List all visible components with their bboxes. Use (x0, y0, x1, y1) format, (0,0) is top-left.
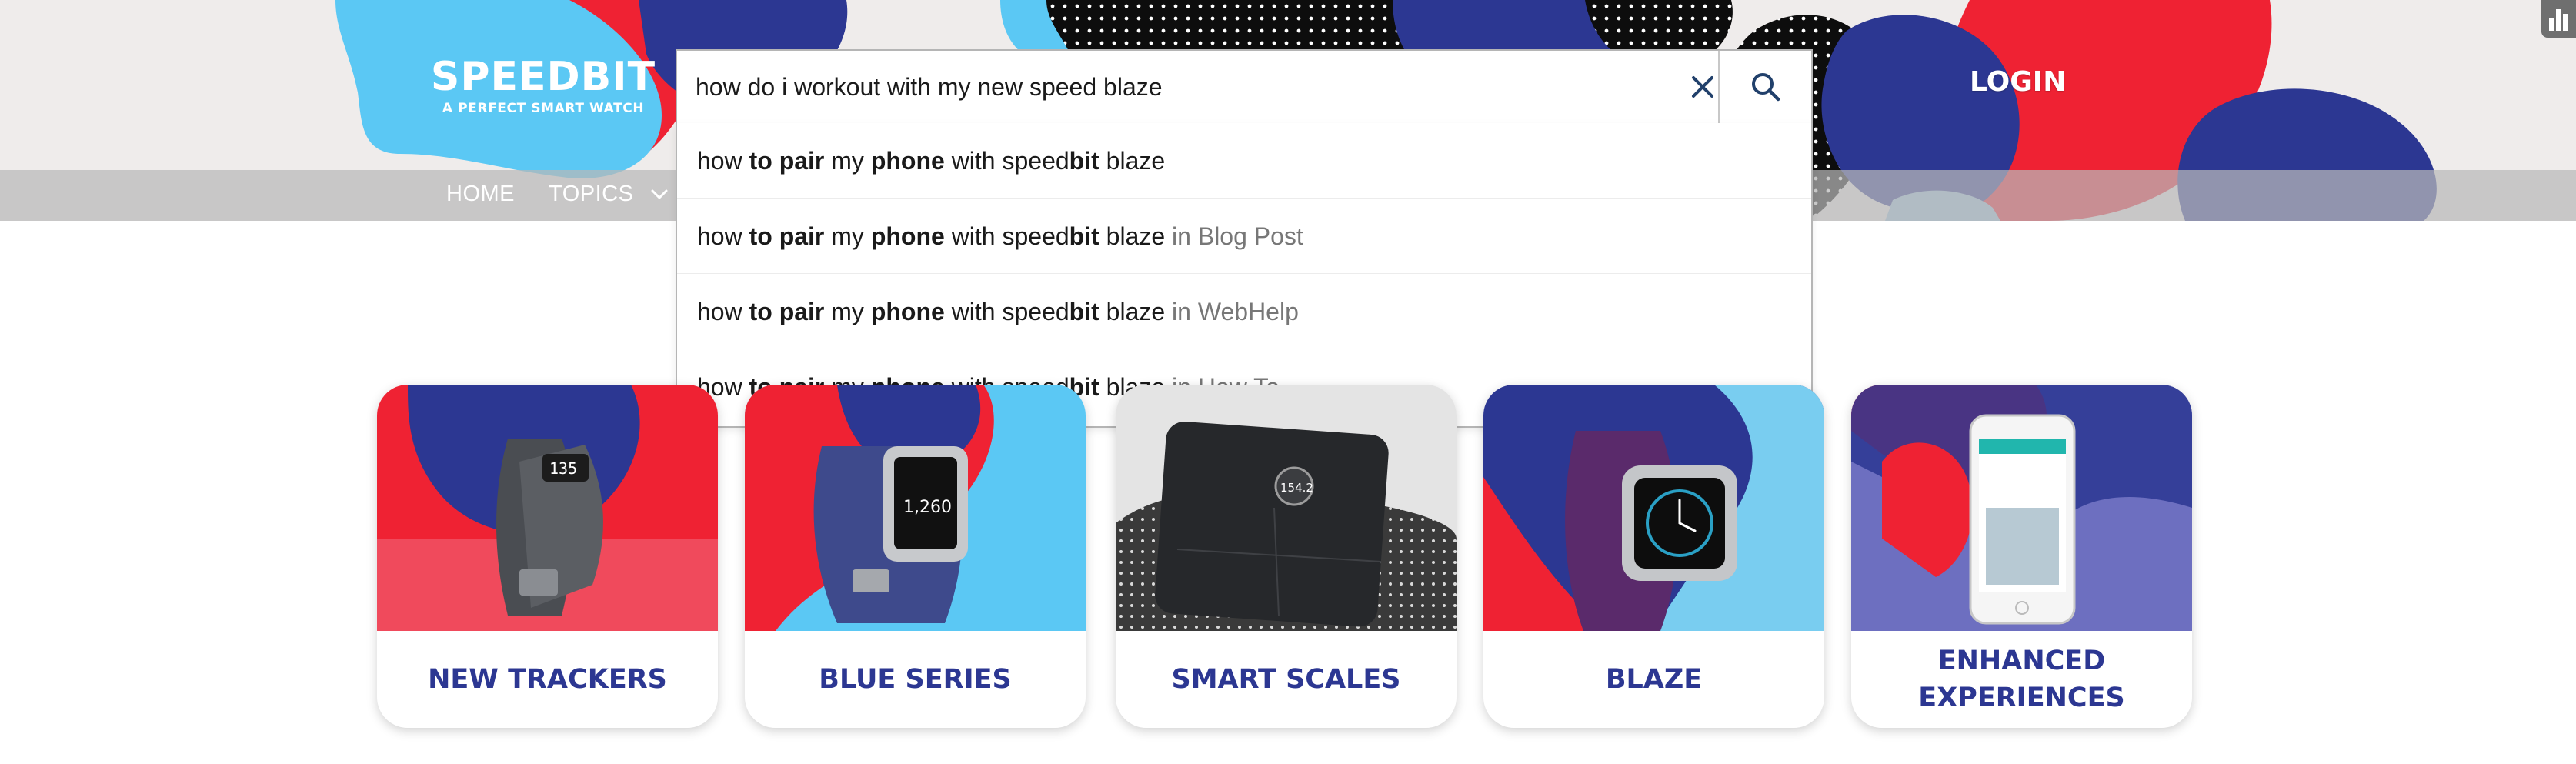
suggestion-match-text: to pair (749, 147, 825, 175)
card-blue-series[interactable]: 1,260 BLUE SERIES (745, 385, 1086, 728)
chevron-down-icon (651, 189, 668, 199)
search-box (676, 49, 1813, 125)
card-title: ENHANCED EXPERIENCES (1918, 646, 2125, 713)
nav-home-link[interactable]: HOME (446, 182, 515, 207)
nav-topics-menu[interactable]: TOPICS (549, 182, 671, 207)
suggestion-match-text: phone (870, 298, 945, 325)
logo-subtitle: A PERFECT SMART WATCH (442, 101, 645, 116)
login-button[interactable]: LOGIN (1970, 66, 2066, 98)
bar-chart-glyph (2549, 9, 2568, 31)
card-image-new-trackers: 135 (377, 385, 718, 631)
suggestion-item[interactable]: how to pair my phone with speedbit blaze (677, 123, 1811, 199)
suggestion-item[interactable]: how to pair my phone with speedbit blaze… (677, 199, 1811, 274)
suggestion-text: blaze (1099, 222, 1166, 250)
suggestion-text: my (824, 147, 871, 175)
suggestion-match-text: to pair (749, 222, 825, 250)
smart-scale-icon: 154.2 (1116, 385, 1457, 631)
tracker-screen-text: 1,260 (903, 498, 952, 517)
suggestion-context: in Blog Post (1165, 222, 1303, 250)
nav-home-label: HOME (446, 182, 515, 206)
nav-topics-label: TOPICS (549, 182, 634, 206)
bar-chart-icon[interactable] (2541, 0, 2576, 38)
card-image-blaze (1483, 385, 1824, 631)
scale-screen-text: 154.2 (1280, 481, 1313, 495)
search-divider (1718, 51, 1720, 123)
card-blaze[interactable]: BLAZE (1483, 385, 1824, 728)
tracker-band-icon: 135 (377, 385, 718, 631)
suggestion-match-text: bit (1069, 147, 1099, 175)
card-title: SMART SCALES (1171, 664, 1401, 695)
suggestion-match-text: phone (870, 222, 945, 250)
suggestion-text: how (697, 147, 749, 175)
phone-app-icon (1851, 385, 2192, 631)
blue-tracker-icon: 1,260 (745, 385, 1086, 631)
speedbit-logo[interactable]: SPEEDBIT A PERFECT SMART WATCH (428, 54, 659, 117)
blaze-watch-icon (1483, 385, 1824, 631)
tracker-screen-text: 135 (549, 459, 577, 478)
suggestion-text: blaze (1099, 147, 1166, 175)
suggestion-text: with speed (944, 298, 1069, 325)
card-image-blue-series: 1,260 (745, 385, 1086, 631)
card-smart-scales[interactable]: 154.2 SMART SCALES (1116, 385, 1457, 728)
card-image-enhanced-experiences (1851, 385, 2192, 631)
search-icon (1752, 73, 1780, 102)
suggestion-text: how (697, 298, 749, 325)
suggestion-match-text: bit (1069, 298, 1099, 325)
suggestion-match-text: phone (870, 147, 945, 175)
suggestion-text: with speed (944, 222, 1069, 250)
card-image-smart-scales: 154.2 (1116, 385, 1457, 631)
suggestion-text: my (824, 222, 871, 250)
card-enhanced-experiences[interactable]: ENHANCED EXPERIENCES (1851, 385, 2192, 728)
search-input[interactable] (696, 51, 1673, 123)
suggestion-text: with speed (944, 147, 1069, 175)
card-title: NEW TRACKERS (428, 664, 667, 695)
card-title: BLUE SERIES (819, 664, 1012, 695)
suggestion-text: how (697, 222, 749, 250)
suggestion-text: blaze (1099, 298, 1166, 325)
suggestion-match-text: bit (1069, 222, 1099, 250)
suggestion-text: my (824, 298, 871, 325)
card-new-trackers[interactable]: 135 NEW TRACKERS (377, 385, 718, 728)
card-title: BLAZE (1605, 664, 1703, 695)
suggestion-context: in WebHelp (1165, 298, 1299, 325)
page: SPEEDBIT A PERFECT SMART WATCH HOME TOPI… (0, 0, 2576, 764)
search-submit-button[interactable] (1720, 51, 1811, 123)
suggestion-match-text: to pair (749, 298, 825, 325)
login-label: LOGIN (1970, 66, 2067, 98)
close-icon (1692, 76, 1713, 98)
logo-title: SPEEDBIT (430, 54, 656, 100)
search-suggestions: how to pair my phone with speedbit blaze… (676, 123, 1813, 428)
suggestion-item[interactable]: how to pair my phone with speedbit blaze… (677, 274, 1811, 349)
